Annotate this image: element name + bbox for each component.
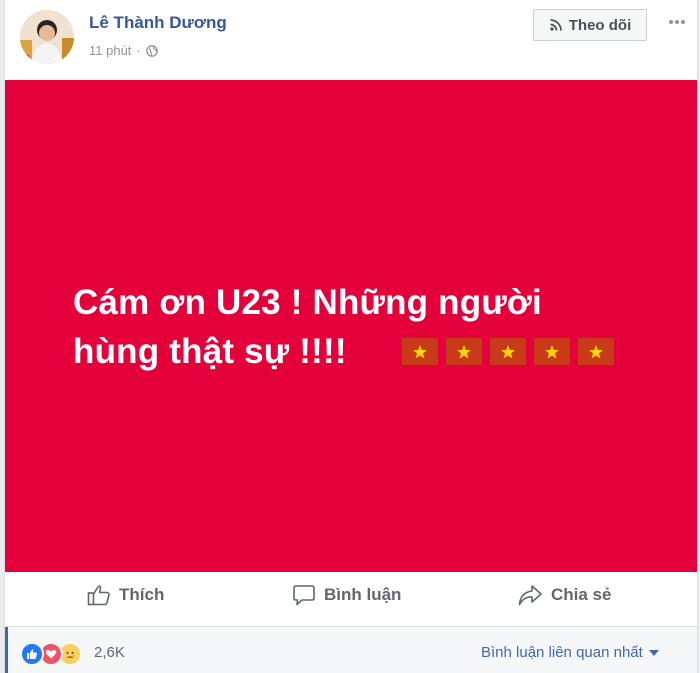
globe-icon[interactable] bbox=[145, 44, 158, 57]
post-meta: 11 phút · bbox=[89, 43, 158, 58]
more-options-button[interactable] bbox=[667, 12, 687, 32]
more-dots-icon bbox=[669, 20, 685, 24]
post-footer: 2,6K Bình luận liên quan nhất bbox=[5, 627, 697, 673]
flag-emoji bbox=[578, 338, 614, 365]
author-avatar[interactable] bbox=[20, 10, 74, 64]
caret-down-icon bbox=[648, 649, 659, 656]
thumbs-up-icon bbox=[87, 585, 110, 606]
flag-emoji bbox=[490, 338, 526, 365]
follow-label: Theo dõi bbox=[568, 16, 632, 34]
post-image[interactable]: Cám ơn U23 ! Những người hùng thật sự !!… bbox=[5, 80, 697, 572]
image-text-line2: hùng thật sự !!!! bbox=[73, 332, 347, 371]
share-button[interactable]: Chia sẻ bbox=[517, 584, 611, 606]
comment-bubble-icon bbox=[293, 585, 315, 606]
post-card: Lê Thành Dương 11 phút · Theo dõi Cám ơn… bbox=[4, 0, 698, 673]
author-name[interactable]: Lê Thành Dương bbox=[89, 13, 227, 33]
share-arrow-icon bbox=[518, 585, 542, 606]
star-icon bbox=[413, 344, 427, 358]
flag-emoji bbox=[402, 338, 438, 365]
reaction-icons[interactable] bbox=[20, 642, 82, 666]
flag-emoji bbox=[534, 338, 570, 365]
flag-emoji bbox=[446, 338, 482, 365]
post-actions-bar: Thích Bình luận Chia sẻ bbox=[5, 572, 697, 627]
avatar-photo bbox=[20, 10, 74, 64]
reaction-count[interactable]: 2,6K bbox=[94, 644, 125, 661]
comment-label: Bình luận bbox=[324, 585, 402, 604]
meta-separator: · bbox=[136, 43, 141, 58]
star-icon bbox=[501, 344, 515, 358]
comment-sort-dropdown[interactable]: Bình luận liên quan nhất bbox=[481, 644, 659, 661]
follow-button[interactable]: Theo dõi bbox=[533, 9, 647, 41]
post-timestamp[interactable]: 11 phút bbox=[89, 43, 131, 58]
post-header: Lê Thành Dương 11 phút · Theo dõi bbox=[5, 0, 697, 80]
rss-icon bbox=[550, 19, 562, 31]
comment-sort-label: Bình luận liên quan nhất bbox=[481, 644, 643, 661]
star-icon bbox=[589, 344, 603, 358]
share-label: Chia sẻ bbox=[551, 585, 612, 604]
like-reaction-icon bbox=[20, 642, 44, 666]
star-icon bbox=[545, 344, 559, 358]
image-text-line1: Cám ơn U23 ! Những người bbox=[73, 283, 542, 322]
like-button[interactable]: Thích bbox=[87, 584, 164, 606]
flag-emoji-row bbox=[402, 338, 622, 365]
star-icon bbox=[457, 344, 471, 358]
like-label: Thích bbox=[119, 585, 165, 604]
comment-button[interactable]: Bình luận bbox=[292, 584, 401, 606]
